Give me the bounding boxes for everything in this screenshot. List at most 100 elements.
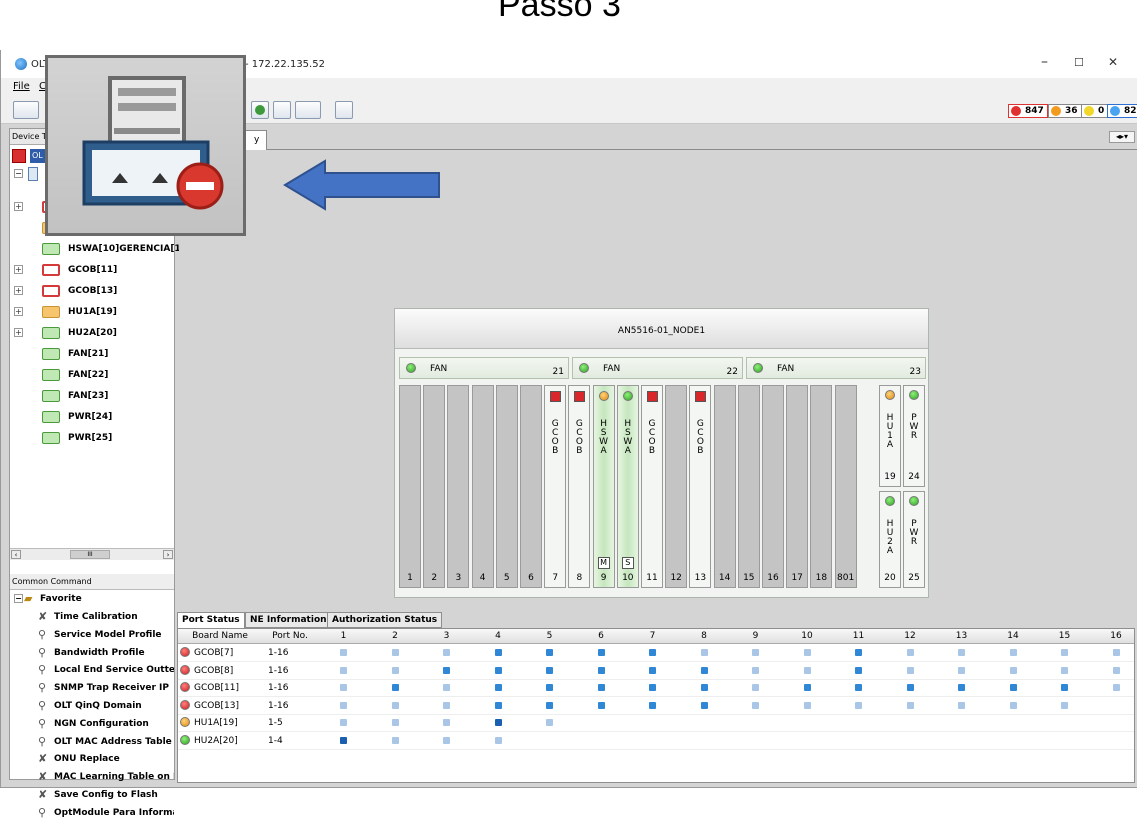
tab-ne-information[interactable]: NE Information (245, 612, 332, 628)
port-status-icon[interactable] (907, 702, 914, 709)
port-status-icon[interactable] (701, 649, 708, 656)
port-status-icon[interactable] (804, 649, 811, 656)
port-status-icon[interactable] (495, 649, 502, 656)
port-status-icon[interactable] (495, 684, 502, 691)
tree-expand-toggle[interactable]: + (14, 307, 23, 316)
chassis-slot[interactable]: 14 (714, 385, 736, 588)
grid-icon[interactable] (273, 101, 291, 119)
port-status-icon[interactable] (495, 702, 502, 709)
port-status-icon[interactable] (546, 667, 553, 674)
half-slot-card[interactable]: H U 2 A20 (879, 491, 901, 588)
port-status-icon[interactable] (340, 667, 347, 674)
port-status-icon[interactable] (701, 684, 708, 691)
chassis-slot[interactable]: 16 (762, 385, 784, 588)
port-status-icon[interactable] (1010, 684, 1017, 691)
fan-unit[interactable]: FAN23 (746, 357, 926, 379)
fan-unit[interactable]: FAN22 (572, 357, 743, 379)
chassis-slot[interactable]: 15 (738, 385, 760, 588)
tree-expand-toggle[interactable]: + (14, 328, 23, 337)
port-status-icon[interactable] (1061, 667, 1068, 674)
half-slot-card[interactable]: H U 1 A19 (879, 385, 901, 487)
port-status-icon[interactable] (392, 702, 399, 709)
port-status-icon[interactable] (855, 667, 862, 674)
major-alarm-counter[interactable]: 36 (1048, 104, 1082, 118)
root-device-icon[interactable] (12, 149, 26, 163)
table-row[interactable]: GCOB[8]1-16 (178, 663, 1134, 680)
port-status-icon[interactable] (1010, 649, 1017, 656)
command-item[interactable]: ⚲OptModule Para Informat (10, 804, 174, 822)
port-status-icon[interactable] (392, 737, 399, 744)
view-dropdown-icon[interactable] (295, 101, 321, 119)
port-status-icon[interactable] (443, 702, 450, 709)
chassis-slot[interactable]: 18 (810, 385, 832, 588)
chassis-slot[interactable]: H S W AM9 (593, 385, 615, 588)
port-status-icon[interactable] (649, 702, 656, 709)
port-status-icon[interactable] (340, 649, 347, 656)
scroll-thumb[interactable]: III (70, 550, 110, 559)
chassis-slot[interactable]: G C O B13 (689, 385, 711, 588)
port-status-icon[interactable] (598, 702, 605, 709)
table-row[interactable]: GCOB[13]1-16 (178, 698, 1134, 715)
port-status-icon[interactable] (392, 719, 399, 726)
table-row[interactable]: HU1A[19]1-5 (178, 715, 1134, 732)
tree-node[interactable]: +HU2A[20] (10, 323, 174, 343)
port-status-icon[interactable] (907, 684, 914, 691)
port-status-icon[interactable] (1010, 667, 1017, 674)
port-status-icon[interactable] (443, 737, 450, 744)
chassis-slot[interactable]: G C O B8 (568, 385, 590, 588)
critical-alarm-counter[interactable]: 847 (1008, 104, 1048, 118)
port-status-icon[interactable] (649, 684, 656, 691)
table-row[interactable]: GCOB[7]1-16 (178, 645, 1134, 662)
table-row[interactable]: GCOB[11]1-16 (178, 680, 1134, 697)
port-status-icon[interactable] (598, 684, 605, 691)
command-item[interactable]: ✘ONU Replace (10, 750, 174, 768)
tab-navigation-arrows[interactable]: ◂▸▾ (1109, 131, 1135, 143)
chassis-slot[interactable]: 1 (399, 385, 421, 588)
tab-authorization-status[interactable]: Authorization Status (327, 612, 442, 628)
close-button[interactable]: ✕ (1108, 55, 1118, 69)
port-status-icon[interactable] (1061, 702, 1068, 709)
warning-alarm-counter[interactable]: 82 (1107, 104, 1137, 118)
port-status-icon[interactable] (443, 667, 450, 674)
maximize-button[interactable]: ☐ (1074, 56, 1084, 69)
port-status-icon[interactable] (855, 702, 862, 709)
port-status-icon[interactable] (752, 667, 759, 674)
tree-node[interactable]: +GCOB[13] (10, 281, 174, 301)
tree-node[interactable]: FAN[23] (10, 386, 174, 406)
port-status-icon[interactable] (340, 684, 347, 691)
port-status-icon[interactable] (752, 684, 759, 691)
tree-expand-toggle[interactable]: + (14, 286, 23, 295)
port-status-icon[interactable] (598, 649, 605, 656)
port-status-icon[interactable] (752, 702, 759, 709)
port-status-icon[interactable] (1113, 649, 1120, 656)
tree-node[interactable]: PWR[25] (10, 428, 174, 448)
tree-node[interactable]: +GCOB[11] (10, 260, 174, 280)
port-status-icon[interactable] (495, 667, 502, 674)
half-slot-card[interactable]: P W R24 (903, 385, 925, 487)
port-status-icon[interactable] (958, 684, 965, 691)
port-status-icon[interactable] (443, 649, 450, 656)
port-status-icon[interactable] (804, 667, 811, 674)
port-status-icon[interactable] (392, 667, 399, 674)
command-item[interactable]: ⚲Local End Service Outter (10, 661, 174, 679)
port-status-icon[interactable] (752, 649, 759, 656)
command-item[interactable]: ⚲NGN Configuration (10, 715, 174, 733)
chassis-slot[interactable]: H S W AS10 (617, 385, 639, 588)
port-status-icon[interactable] (855, 649, 862, 656)
tree-expand-toggle[interactable]: + (14, 202, 23, 211)
port-status-icon[interactable] (1061, 684, 1068, 691)
port-status-icon[interactable] (392, 649, 399, 656)
port-status-icon[interactable] (1113, 684, 1120, 691)
tab-port-status[interactable]: Port Status (177, 612, 245, 628)
port-status-icon[interactable] (907, 649, 914, 656)
fan-unit[interactable]: FAN21 (399, 357, 569, 379)
command-item[interactable]: ✘MAC Learning Table on P (10, 768, 174, 786)
tree-node[interactable]: PWR[24] (10, 407, 174, 427)
port-status-icon[interactable] (598, 667, 605, 674)
port-status-icon[interactable] (958, 702, 965, 709)
command-item[interactable]: ⚲OLT QinQ Domain (10, 697, 174, 715)
port-status-icon[interactable] (443, 719, 450, 726)
chassis-slot[interactable]: G C O B7 (544, 385, 566, 588)
tree-node[interactable]: FAN[21] (10, 344, 174, 364)
favorite-folder[interactable]: − ▰ Favorite (10, 590, 174, 608)
